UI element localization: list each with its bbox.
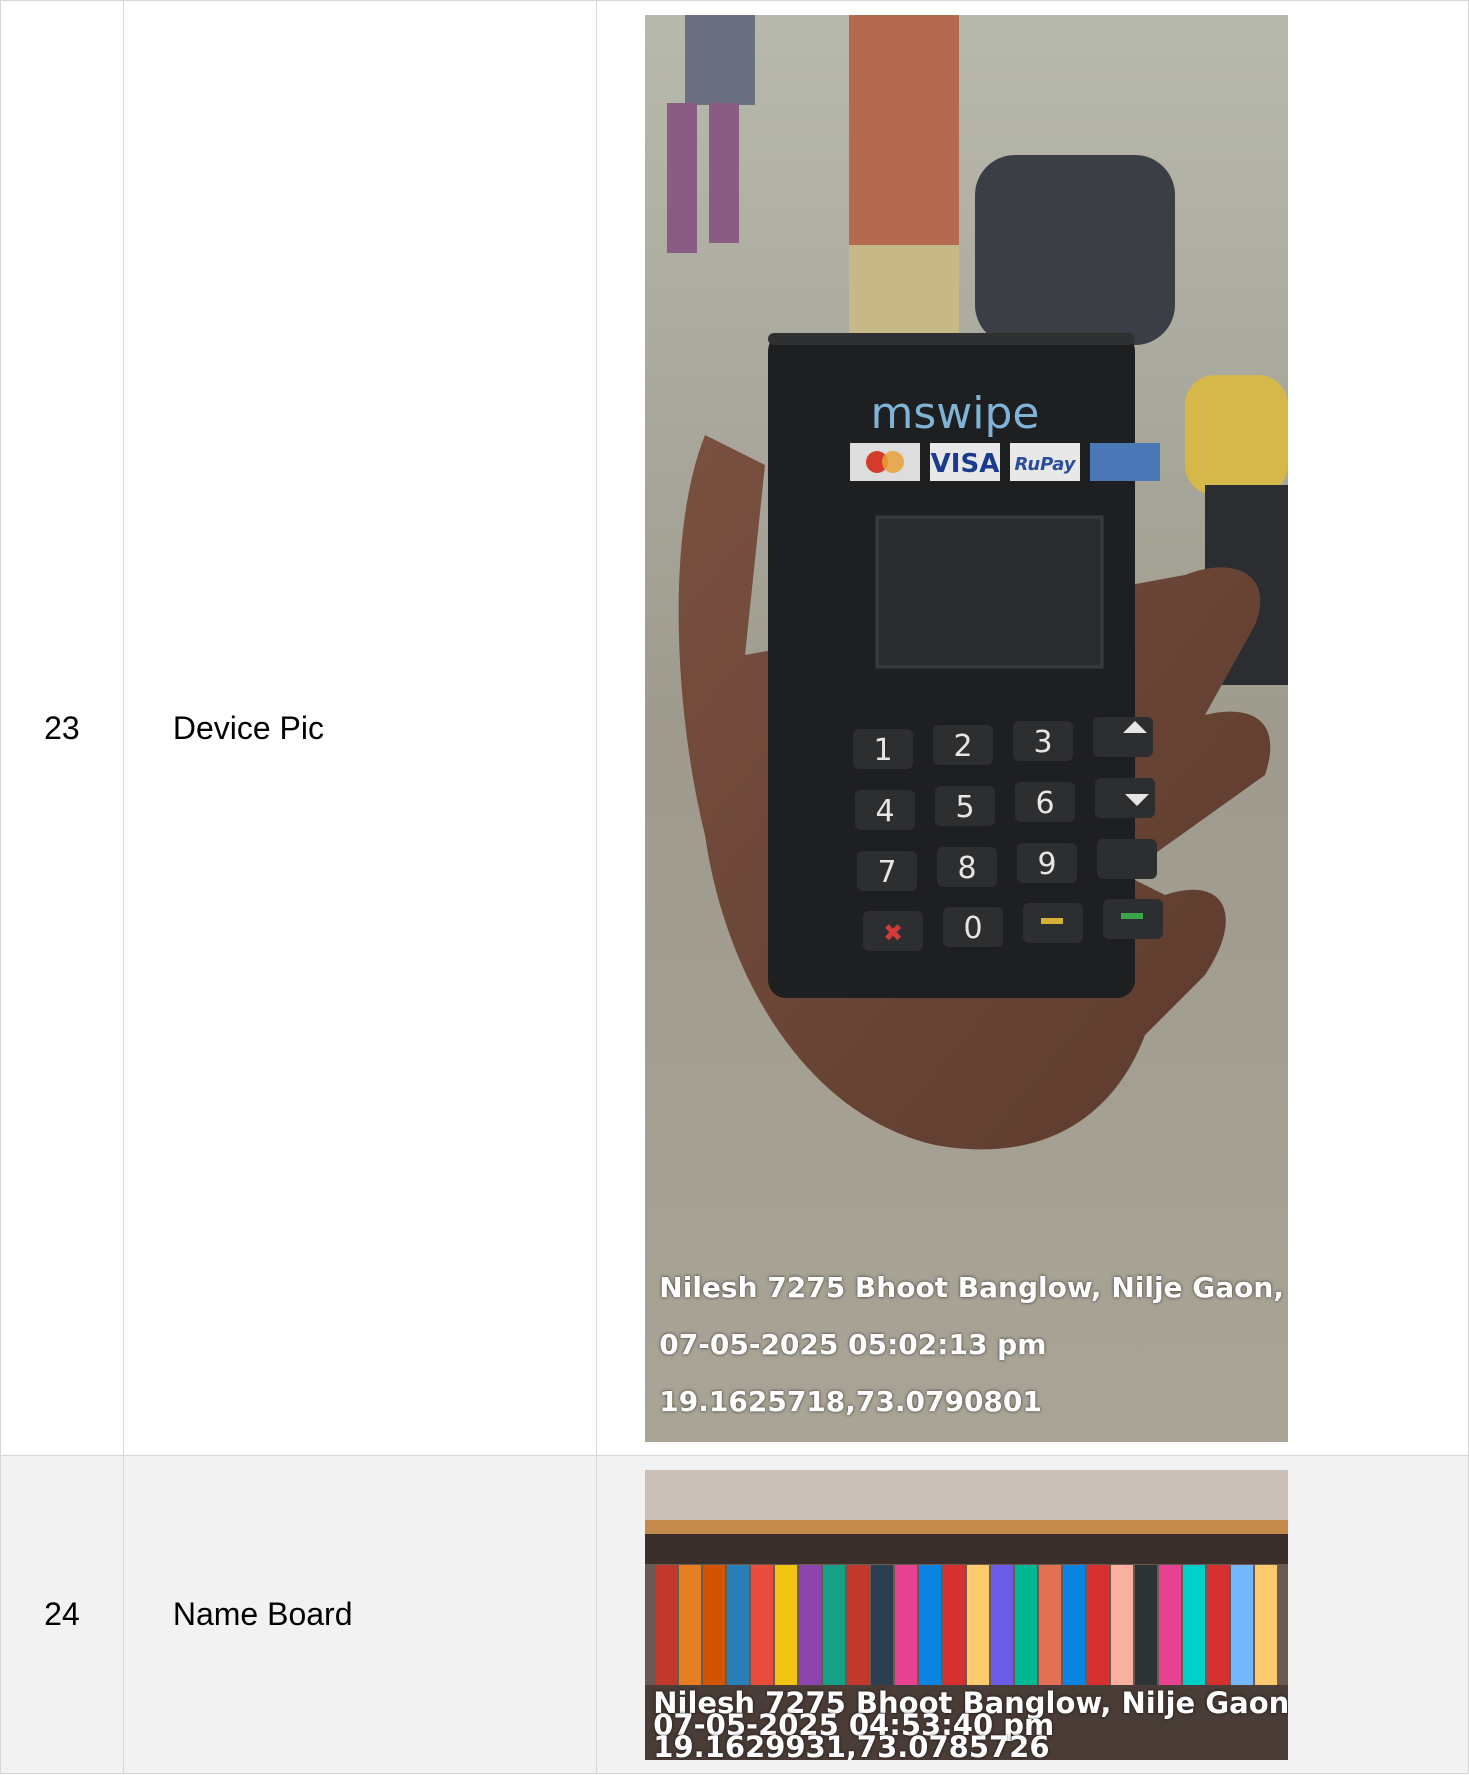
serial-number: 24: [0, 1455, 124, 1774]
name-board-photo[interactable]: Nilesh 7275 Bhoot Banglow, Nilje Gaon, .…: [645, 1469, 1289, 1760]
svg-text:✖: ✖: [883, 919, 903, 947]
svg-text:8: 8: [958, 851, 977, 886]
svg-text:2: 2: [954, 729, 973, 764]
photo-overlay: Nilesh 7275 Bhoot Banglow, Nilje Gaon, .…: [645, 1688, 1288, 1760]
rupay-logo: RuPay: [1015, 454, 1077, 475]
overlay-coordinates: 19.1625718,73.0790801: [659, 1384, 1042, 1418]
overlay-timestamp: 07-05-2025 05:02:13 pm: [659, 1327, 1047, 1361]
table-row: 24 Name Board Nilesh 7275 Bhoot Banglow,…: [0, 1455, 1469, 1774]
table-row: 23 Device Pic mswipe VISA RuPay 1 2 3 4 …: [0, 0, 1469, 1456]
svg-text:7: 7: [878, 855, 897, 890]
field-label: Name Board: [122, 1455, 598, 1774]
svg-text:0: 0: [964, 911, 983, 946]
visa-logo: VISA: [931, 449, 1000, 479]
svg-text:6: 6: [1036, 786, 1055, 821]
photo-overlay: Nilesh 7275 Bhoot Banglow, Nilje Gaon, .…: [645, 1259, 1288, 1442]
svg-text:1: 1: [874, 733, 893, 768]
brand-logo-text: mswipe: [871, 388, 1040, 439]
overlay-coordinates: 19.1629931,73.0785726: [653, 1729, 1050, 1760]
field-label: Device Pic: [122, 0, 598, 1456]
svg-text:5: 5: [956, 790, 975, 825]
overlay-address: Nilesh 7275 Bhoot Banglow, Nilje Gaon, .…: [659, 1270, 1289, 1304]
device-photo[interactable]: mswipe VISA RuPay 1 2 3 4 5 6 7 8 9 0 ✖ …: [645, 14, 1289, 1442]
serial-number: 23: [0, 0, 124, 1456]
report-table: 23 Device Pic mswipe VISA RuPay 1 2 3 4 …: [0, 0, 1469, 1774]
photo-cell: Nilesh 7275 Bhoot Banglow, Nilje Gaon, .…: [596, 1455, 1469, 1774]
photo-cell: mswipe VISA RuPay 1 2 3 4 5 6 7 8 9 0 ✖ …: [596, 0, 1469, 1456]
svg-text:9: 9: [1038, 847, 1057, 882]
svg-text:3: 3: [1034, 725, 1053, 760]
device-photo-image: mswipe VISA RuPay 1 2 3 4 5 6 7 8 9 0 ✖: [645, 14, 1289, 1442]
svg-text:4: 4: [876, 794, 895, 829]
